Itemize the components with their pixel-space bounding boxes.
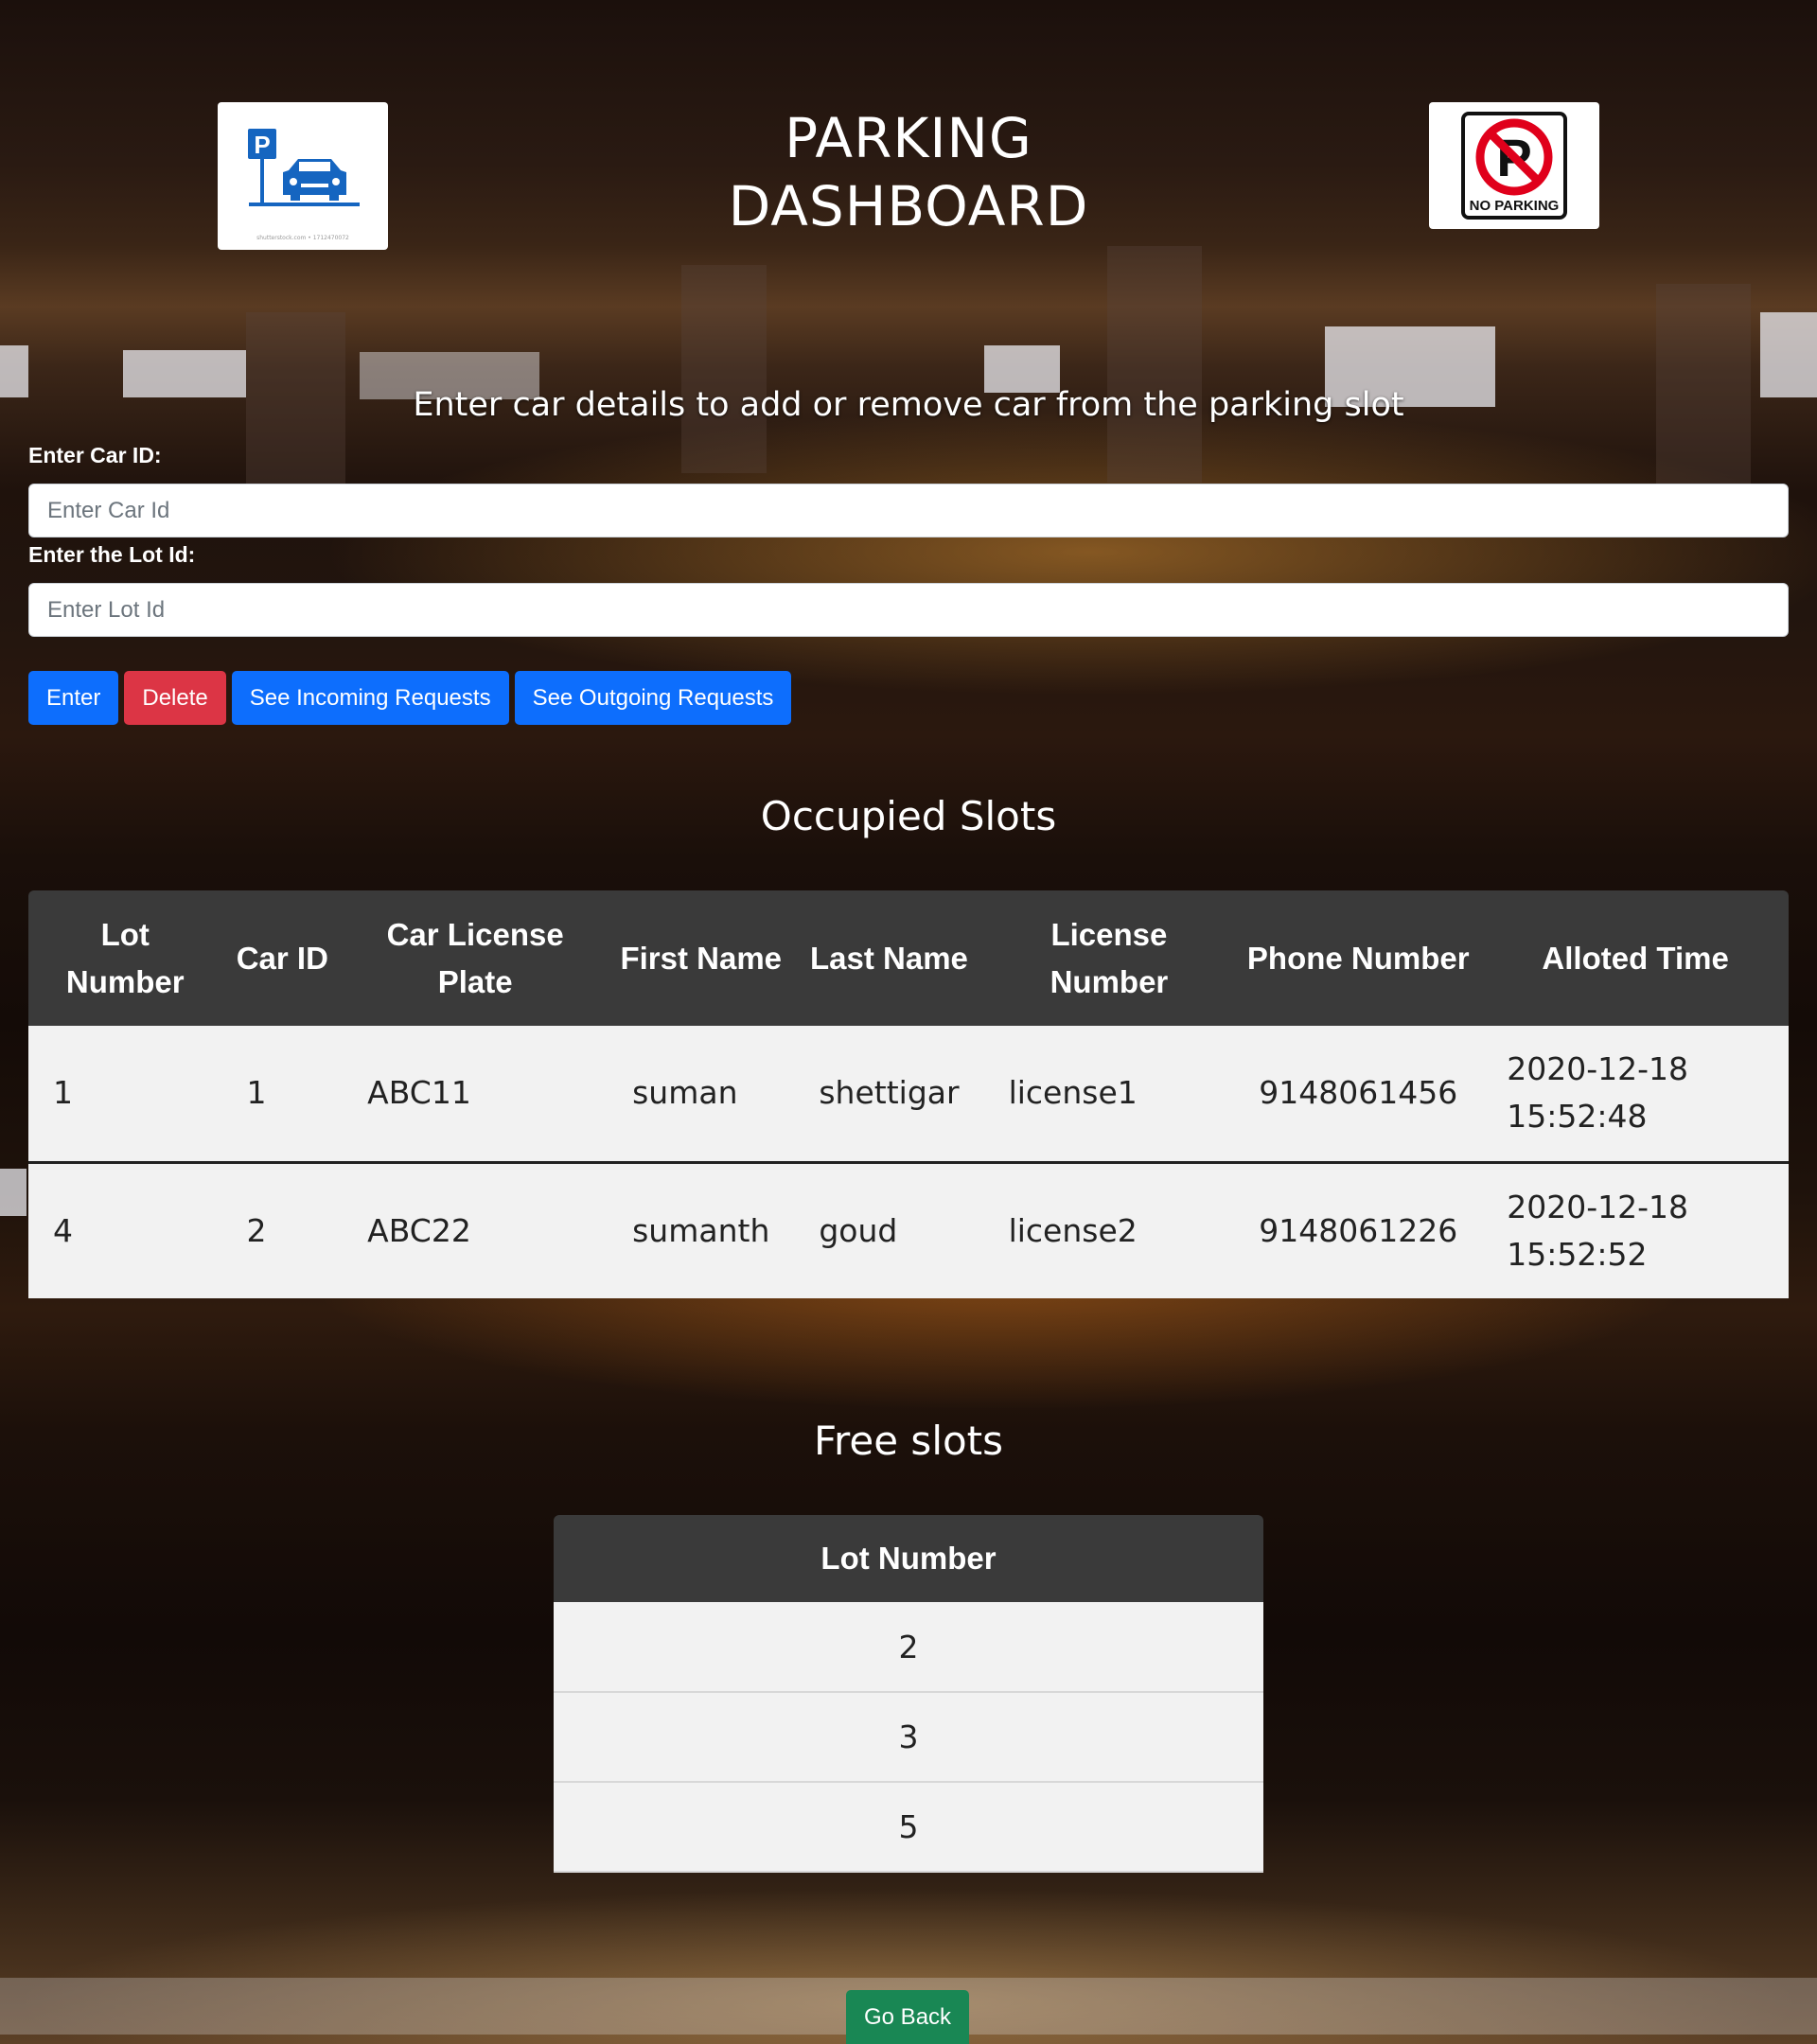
table-cell: 1 — [221, 1026, 344, 1164]
table-cell: 9148061456 — [1234, 1026, 1483, 1164]
table-header-row: Lot Number — [554, 1515, 1263, 1602]
table-row: 4 2 ABC22 sumanth goud license2 91480612… — [28, 1162, 1789, 1298]
see-incoming-requests-button[interactable]: See Incoming Requests — [231, 671, 509, 725]
column-header: Car ID — [236, 940, 328, 976]
go-back-button[interactable]: Go Back — [846, 1990, 970, 2044]
column-header: Lot Number — [65, 916, 185, 999]
table-cell: ABC11 — [343, 1026, 609, 1164]
parking-car-icon: P shutterstock.com • 1712470072 — [248, 129, 360, 241]
car-id-label: Enter Car ID: — [28, 443, 162, 467]
form-subtitle: Enter car details to add or remove car f… — [413, 386, 1404, 424]
table-cell: 9148061226 — [1234, 1162, 1483, 1298]
table-cell: license1 — [983, 1026, 1235, 1164]
column-header: Last Name — [810, 940, 968, 976]
delete-button[interactable]: Delete — [124, 671, 226, 725]
svg-text:P: P — [254, 131, 270, 159]
svg-text:shutterstock.com • 1712470072: shutterstock.com • 1712470072 — [256, 235, 349, 241]
no-parking-icon: P NO PARKING — [1461, 112, 1567, 220]
table-cell: 2020-12-18 15:52:48 — [1482, 1026, 1789, 1164]
parking-logo: P shutterstock.com • 1712470072 — [218, 102, 388, 250]
title-line-2: DASHBOARD — [728, 174, 1089, 238]
column-header: Car License Plate — [386, 916, 564, 999]
action-buttons: Enter Delete See Incoming Requests See O… — [28, 671, 792, 725]
table-row: 5 — [554, 1782, 1263, 1873]
table-cell: 1 — [28, 1026, 222, 1164]
table-cell: shettigar — [794, 1026, 984, 1164]
page-title: PARKING DASHBOARD — [625, 104, 1192, 240]
column-header: Alloted Time — [1542, 940, 1729, 976]
table-header-row: Lot Number Car ID Car License Plate Firs… — [28, 890, 1789, 1026]
car-id-input[interactable] — [28, 484, 1789, 537]
column-header: Phone Number — [1246, 940, 1470, 976]
table-cell: 4 — [28, 1162, 222, 1298]
lot-id-label: Enter the Lot Id: — [28, 542, 196, 567]
lot-id-input[interactable] — [28, 583, 1789, 637]
free-slots-table: Lot Number 2 3 5 — [554, 1515, 1263, 1873]
occupied-slots-table: Lot Number Car ID Car License Plate Firs… — [28, 890, 1789, 1298]
table-cell: 2020-12-18 15:52:52 — [1482, 1162, 1789, 1298]
enter-button[interactable]: Enter — [28, 671, 119, 725]
table-cell: 5 — [554, 1782, 1263, 1873]
page-header: P shutterstock.com • 1712470072 PARKING … — [0, 0, 1817, 284]
table-cell: 2 — [221, 1162, 344, 1298]
column-header: First Name — [620, 940, 783, 976]
table-cell: 2 — [554, 1602, 1263, 1693]
table-row: 1 1 ABC11 suman shettigar license1 91480… — [28, 1026, 1789, 1164]
table-cell: suman — [608, 1026, 795, 1164]
table-cell: goud — [794, 1162, 984, 1298]
table-row: 2 — [554, 1602, 1263, 1693]
column-header: License Number — [1050, 916, 1169, 999]
no-parking-logo: P NO PARKING — [1429, 102, 1599, 229]
column-header: Lot Number — [554, 1515, 1263, 1602]
table-cell: ABC22 — [343, 1162, 609, 1298]
see-outgoing-requests-button[interactable]: See Outgoing Requests — [514, 671, 792, 725]
occupied-slots-title: Occupied Slots — [760, 793, 1057, 839]
table-cell: sumanth — [608, 1162, 795, 1298]
title-line-1: PARKING — [785, 106, 1032, 170]
no-parking-text: NO PARKING — [1470, 198, 1560, 214]
table-cell: 3 — [554, 1692, 1263, 1783]
free-slots-title: Free slots — [813, 1418, 1004, 1464]
table-row: 3 — [554, 1692, 1263, 1783]
table-cell: license2 — [983, 1162, 1235, 1298]
